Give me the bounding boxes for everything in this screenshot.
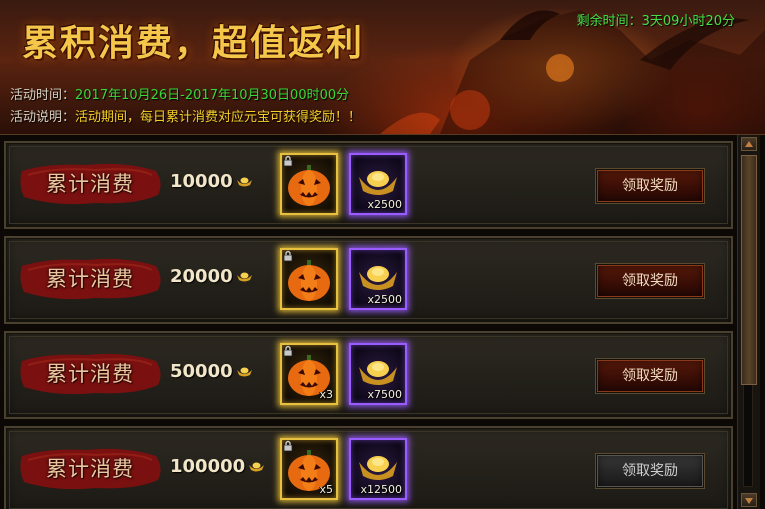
item-slot-gold[interactable]: x2500 <box>349 248 407 310</box>
lock-icon <box>283 440 293 452</box>
lock-icon <box>283 250 293 262</box>
scroll-up-button[interactable] <box>741 137 757 151</box>
tier-label-banner: 累计消费 <box>16 254 164 304</box>
event-banner: 累积消费，超值返利 剩余时间：3天09小时20分 活动时间：2017年10月26… <box>0 0 765 135</box>
tier-amount: 10000 <box>170 171 253 192</box>
item-slot-pumpkin[interactable]: x3 <box>280 343 338 405</box>
amount-value: 10000 <box>170 171 233 192</box>
gold-quantity: x7500 <box>367 388 402 401</box>
item-slot-pumpkin[interactable]: x5 <box>280 438 338 500</box>
scrollbar[interactable] <box>737 135 760 509</box>
tier-label: 累计消费 <box>46 457 134 481</box>
item-slot-pumpkin[interactable] <box>280 248 338 310</box>
tier-label: 累计消费 <box>46 172 134 196</box>
gold-ingot-icon <box>236 177 252 187</box>
tier-label: 累计消费 <box>46 362 134 386</box>
item-quantity: x3 <box>319 388 333 401</box>
remaining-label: 剩余时间： <box>576 14 642 29</box>
event-desc-row: 活动说明：活动期间，每日累计消费对应元宝可获得奖励！！ <box>10 106 361 125</box>
scroll-thumb[interactable] <box>741 155 757 385</box>
event-time-value: 2017年10月26日-2017年10月30日00时00分 <box>75 88 350 103</box>
lock-icon <box>283 345 293 357</box>
item-quantity: x5 <box>319 483 333 496</box>
gold-quantity: x2500 <box>367 198 402 211</box>
arrow-down-icon <box>745 498 753 504</box>
item-slot-gold[interactable]: x7500 <box>349 343 407 405</box>
tier-label-banner: 累计消费 <box>16 159 164 209</box>
item-slot-gold[interactable]: x12500 <box>349 438 407 500</box>
page-title: 累积消费，超值返利 <box>22 22 365 64</box>
tier-amount: 100000 <box>170 456 265 477</box>
tier-label-banner: 累计消费 <box>16 349 164 399</box>
tier-row: 累计消费 100000 x5 x12500 领取奖励 <box>4 426 733 509</box>
amount-value: 20000 <box>170 266 233 287</box>
gold-quantity: x2500 <box>367 293 402 306</box>
claim-reward-button[interactable]: 领取奖励 <box>595 358 705 394</box>
event-time-label: 活动时间： <box>10 88 76 103</box>
tier-list[interactable]: 累计消费 10000 x2500 领取奖励 累计消费 20000 x2500 领… <box>0 135 735 509</box>
event-time-row: 活动时间：2017年10月26日-2017年10月30日00时00分 <box>10 84 349 103</box>
remaining-value: 3天09小时20分 <box>641 14 735 29</box>
item-slot-gold[interactable]: x2500 <box>349 153 407 215</box>
claim-reward-button[interactable]: 领取奖励 <box>595 168 705 204</box>
amount-value: 50000 <box>170 361 233 382</box>
claim-reward-button[interactable]: 领取奖励 <box>595 453 705 489</box>
gold-ingot-icon <box>236 272 252 282</box>
amount-value: 100000 <box>170 456 246 477</box>
tier-label: 累计消费 <box>46 267 134 291</box>
scroll-down-button[interactable] <box>741 493 757 507</box>
gold-ingot-icon <box>249 462 265 472</box>
tier-row: 累计消费 20000 x2500 领取奖励 <box>4 236 733 324</box>
reward-panel: 累积消费，超值返利 剩余时间：3天09小时20分 活动时间：2017年10月26… <box>0 0 765 509</box>
gold-quantity: x12500 <box>360 483 402 496</box>
lock-icon <box>283 155 293 167</box>
tier-row: 累计消费 50000 x3 x7500 领取奖励 <box>4 331 733 419</box>
event-desc-value: 活动期间，每日累计消费对应元宝可获得奖励！！ <box>75 110 362 125</box>
arrow-up-icon <box>745 141 753 147</box>
claim-reward-button[interactable]: 领取奖励 <box>595 263 705 299</box>
tier-row: 累计消费 10000 x2500 领取奖励 <box>4 141 733 229</box>
tier-amount: 20000 <box>170 266 253 287</box>
remaining-time: 剩余时间：3天09小时20分 <box>577 10 735 29</box>
tier-amount: 50000 <box>170 361 253 382</box>
event-desc-label: 活动说明： <box>10 110 76 125</box>
item-slot-pumpkin[interactable] <box>280 153 338 215</box>
tier-label-banner: 累计消费 <box>16 444 164 494</box>
gold-ingot-icon <box>236 367 252 377</box>
